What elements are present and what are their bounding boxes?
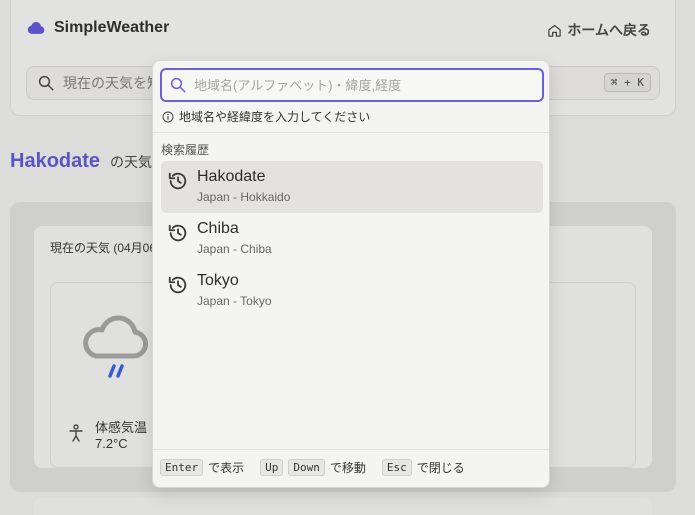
history-item-name: Chiba	[197, 220, 239, 237]
history-item-region: Japan - Hokkaido	[197, 190, 291, 204]
history-item-tokyo[interactable]: Tokyo Japan - Tokyo	[161, 265, 543, 317]
location-name: Hakodate	[10, 150, 101, 172]
feels-like-label: 体感気温	[95, 420, 148, 435]
move-label: で移動	[329, 461, 366, 475]
history-item-name: Hakodate	[197, 168, 266, 185]
cloud-logo-icon	[27, 22, 45, 34]
search-palette: 地域名や経緯度を入力してください 検索履歴 Hakodate Japan - H…	[152, 60, 550, 488]
location-title: Hakodate の天気	[10, 150, 152, 173]
history-icon	[168, 172, 187, 190]
info-icon	[162, 111, 174, 122]
footer-enter-hint: Enter で表示	[160, 459, 244, 476]
divider	[153, 449, 549, 450]
palette-search-box[interactable]	[160, 68, 544, 102]
enter-label: で表示	[208, 461, 245, 475]
history-section-label: 検索履歴	[161, 143, 210, 157]
search-icon	[170, 77, 186, 93]
app-name: SimpleWeather	[54, 19, 170, 36]
input-hint-text: 地域名や経緯度を入力してください	[179, 110, 371, 124]
esc-label: で閉じる	[416, 461, 465, 475]
history-icon	[168, 224, 187, 242]
footer-move-hint: Up Down で移動	[260, 459, 366, 476]
divider	[153, 132, 549, 133]
history-item-chiba[interactable]: Chiba Japan - Chiba	[161, 213, 543, 265]
home-link-label: ホームへ戻る	[567, 22, 651, 38]
search-history-list: Hakodate Japan - Hokkaido Chiba Japan - …	[161, 161, 543, 317]
footer-esc-hint: Esc で閉じる	[381, 459, 465, 476]
input-hint: 地域名や経緯度を入力してください	[162, 108, 370, 125]
history-item-hakodate[interactable]: Hakodate Japan - Hokkaido	[161, 161, 543, 213]
history-item-region: Japan - Chiba	[197, 242, 272, 256]
person-icon	[69, 424, 83, 442]
history-item-region: Japan - Tokyo	[197, 294, 272, 308]
history-icon	[168, 276, 187, 294]
history-item-name: Tokyo	[197, 272, 239, 289]
rain-cloud-icon	[83, 315, 148, 378]
search-icon	[38, 75, 54, 91]
background-search-placeholder: 現在の天気を知	[63, 75, 161, 91]
app-brand[interactable]: SimpleWeather	[26, 18, 169, 38]
enter-key: Enter	[160, 459, 204, 476]
feels-like-value: 7.2°C	[95, 436, 128, 451]
location-subtitle: の天気	[110, 154, 153, 170]
shortcut-badge: ⌘ + K	[603, 73, 651, 92]
up-key: Up	[260, 459, 284, 476]
esc-key: Esc	[381, 459, 412, 476]
location-search-input[interactable]	[194, 77, 534, 93]
home-icon	[548, 24, 562, 37]
forecast-card	[34, 498, 652, 515]
down-key: Down	[288, 459, 325, 476]
weather-date-label: 現在の天気 (04月06	[50, 241, 157, 255]
palette-footer: Enter で表示 Up Down で移動 Esc で閉じる	[160, 459, 481, 476]
home-link[interactable]: ホームへ戻る	[547, 20, 651, 40]
